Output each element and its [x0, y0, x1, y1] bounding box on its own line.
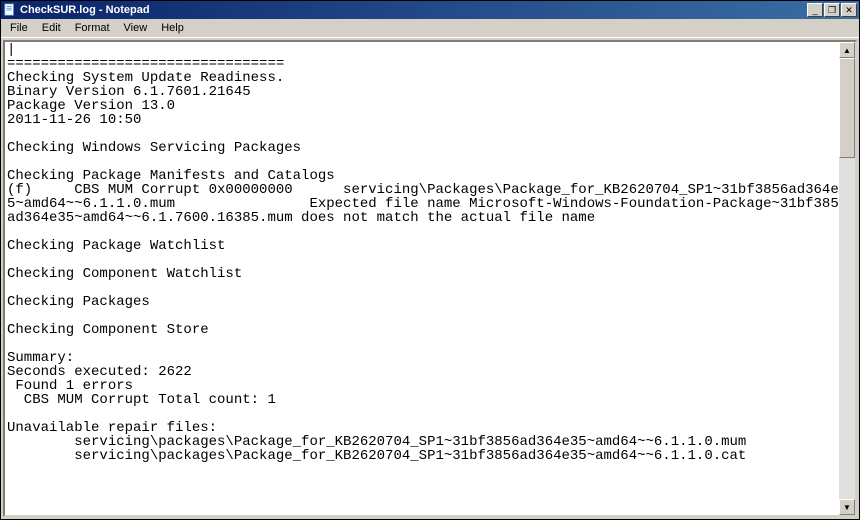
- content-wrap: | ================================= Chec…: [1, 38, 859, 519]
- vertical-scrollbar[interactable]: ▲ ▼: [839, 42, 855, 515]
- menu-file[interactable]: File: [3, 20, 35, 36]
- app-icon: [3, 3, 17, 17]
- titlebar[interactable]: CheckSUR.log - Notepad _ ❐ ✕: [1, 1, 859, 19]
- content-border: | ================================= Chec…: [3, 40, 857, 517]
- minimize-button[interactable]: _: [807, 3, 823, 17]
- text-area[interactable]: | ================================= Chec…: [5, 42, 839, 515]
- scroll-up-button[interactable]: ▲: [839, 42, 855, 58]
- window-controls: _ ❐ ✕: [807, 3, 857, 17]
- menubar: File Edit Format View Help: [1, 19, 859, 38]
- menu-format[interactable]: Format: [68, 20, 117, 36]
- menu-view[interactable]: View: [117, 20, 155, 36]
- scroll-down-button[interactable]: ▼: [839, 499, 855, 515]
- menu-edit[interactable]: Edit: [35, 20, 68, 36]
- maximize-button[interactable]: ❐: [824, 3, 840, 17]
- menu-help[interactable]: Help: [154, 20, 191, 36]
- window-title: CheckSUR.log - Notepad: [20, 4, 807, 16]
- close-button[interactable]: ✕: [841, 3, 857, 17]
- scroll-thumb[interactable]: [839, 58, 855, 158]
